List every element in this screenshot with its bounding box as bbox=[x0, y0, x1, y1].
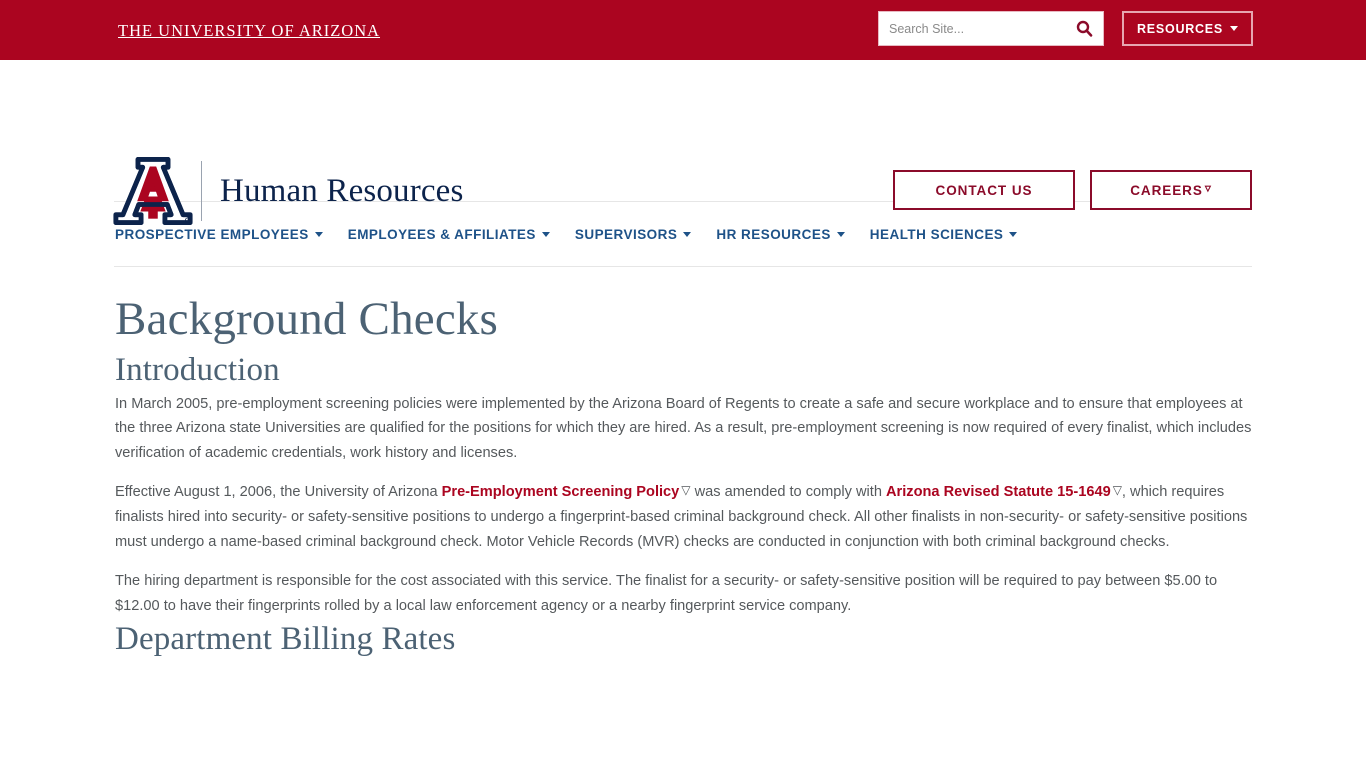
site-search bbox=[878, 11, 1104, 46]
chevron-down-icon bbox=[314, 231, 323, 237]
brand-divider bbox=[201, 161, 202, 221]
inline-link[interactable]: Arizona Revised Statute 15-1649 bbox=[886, 484, 1111, 500]
careers-label: CAREERS bbox=[1130, 182, 1203, 198]
chevron-down-icon bbox=[683, 231, 692, 237]
nav-label: PROSPECTIVE EMPLOYEES bbox=[115, 226, 309, 242]
university-wordmark[interactable]: The University of Arizona bbox=[118, 21, 380, 41]
nav-label: SUPERVISORS bbox=[574, 226, 678, 242]
main-navigation: PROSPECTIVE EMPLOYEES EMPLOYEES & AFFILI… bbox=[114, 227, 1029, 242]
chevron-down-icon bbox=[1009, 231, 1018, 237]
page-title: Background Checks bbox=[115, 293, 499, 345]
arizona-block-a-logo bbox=[113, 157, 193, 225]
contact-us-button[interactable]: CONTACT US bbox=[893, 170, 1075, 210]
nav-item-supervisors[interactable]: SUPERVISORS bbox=[575, 227, 703, 242]
external-link-icon: ▽ bbox=[1112, 483, 1122, 498]
nav-label: HR RESOURCES bbox=[716, 226, 831, 242]
external-link-icon: ▿ bbox=[1204, 181, 1212, 195]
resources-dropdown-button[interactable]: RESOURCES bbox=[1122, 11, 1253, 46]
chevron-down-icon bbox=[1229, 26, 1238, 31]
site-title: Human Resources bbox=[220, 172, 464, 209]
nav-item-hr-resources[interactable]: HR RESOURCES bbox=[716, 227, 856, 242]
section-heading-department-billing-rates: Department Billing Rates bbox=[115, 621, 456, 658]
chevron-down-icon bbox=[541, 231, 550, 237]
chevron-down-icon bbox=[836, 231, 845, 237]
search-button[interactable] bbox=[1071, 16, 1097, 42]
paragraph-intro-3: The hiring department is responsible for… bbox=[115, 573, 1218, 614]
masthead-action-buttons: CONTACT US CAREERS ▿ bbox=[893, 170, 1252, 210]
site-masthead: Human Resources CONTACT US CAREERS ▿ bbox=[0, 60, 1366, 225]
resources-label: RESOURCES bbox=[1137, 21, 1223, 36]
paragraph-intro-1: In March 2005, pre-employment screening … bbox=[115, 395, 1252, 461]
search-icon bbox=[1076, 20, 1092, 37]
inline-link[interactable]: Pre-Employment Screening Policy bbox=[442, 484, 680, 500]
site-brand-link[interactable]: Human Resources bbox=[113, 157, 464, 225]
nav-item-employees-affiliates[interactable]: EMPLOYEES & AFFILIATES bbox=[348, 227, 562, 242]
section-heading-introduction: Introduction bbox=[115, 351, 280, 388]
paragraph-intro-2: Effective August 1, 2006, the University… bbox=[115, 483, 1248, 550]
main-content: Background Checks Introduction In March … bbox=[114, 267, 1252, 661]
nav-label: HEALTH SCIENCES bbox=[869, 226, 1004, 242]
contact-us-label: CONTACT US bbox=[935, 182, 1033, 198]
careers-button[interactable]: CAREERS ▿ bbox=[1090, 170, 1252, 210]
nav-item-health-sciences[interactable]: HEALTH SCIENCES bbox=[870, 227, 1030, 242]
external-link-icon: ▽ bbox=[681, 483, 691, 498]
nav-label: EMPLOYEES & AFFILIATES bbox=[347, 226, 536, 242]
search-input[interactable] bbox=[889, 17, 1071, 40]
top-utility-bar: The University of Arizona RESOURCES bbox=[0, 0, 1366, 60]
nav-item-prospective-employees[interactable]: PROSPECTIVE EMPLOYEES bbox=[115, 227, 335, 242]
